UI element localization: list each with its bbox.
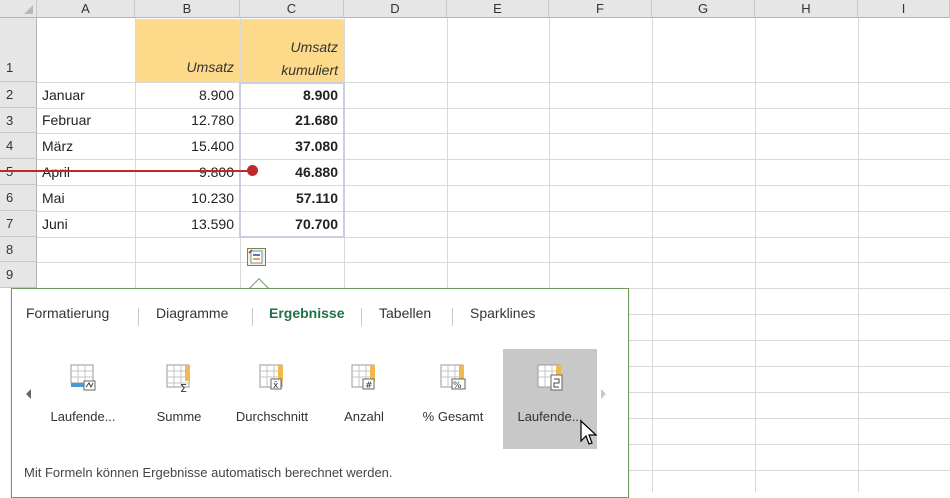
- svg-text:%: %: [453, 381, 462, 391]
- item-percent-total[interactable]: % % Gesamt: [414, 349, 492, 449]
- count-icon: #: [351, 364, 375, 391]
- select-all-corner[interactable]: [0, 0, 37, 18]
- cell-b6[interactable]: 10.230: [135, 185, 240, 211]
- column-header-a[interactable]: A: [37, 0, 135, 18]
- cell-c1-line2: kumuliert: [281, 62, 338, 78]
- svg-text:Σ: Σ: [180, 382, 187, 393]
- cell-b2[interactable]: 8.900: [135, 82, 240, 108]
- item-running-total-row[interactable]: Laufende...: [40, 349, 126, 449]
- cell-a7[interactable]: Juni: [37, 211, 135, 237]
- callout-line: [0, 170, 252, 172]
- item-label: Durchschnitt: [235, 409, 309, 424]
- percent-total-icon: %: [440, 364, 466, 391]
- row-header-7[interactable]: 7: [0, 211, 37, 237]
- panel-description: Mit Formeln können Ergebnisse automatisc…: [24, 465, 393, 480]
- cell-c1[interactable]: Umsatz kumuliert: [241, 19, 344, 82]
- tab-sparklines[interactable]: Sparklines: [470, 305, 535, 321]
- cell-b4[interactable]: 15.400: [135, 133, 240, 159]
- quick-analysis-panel: Formatierung Diagramme Ergebnisse Tabell…: [11, 288, 629, 498]
- row-header-3[interactable]: 3: [0, 108, 37, 133]
- quick-analysis-tabs: Formatierung Diagramme Ergebnisse Tabell…: [12, 305, 628, 329]
- cell-b3[interactable]: 12.780: [135, 108, 240, 133]
- item-label: % Gesamt: [422, 409, 484, 424]
- row-header-1[interactable]: 1: [0, 18, 37, 82]
- item-sum[interactable]: Σ Summe: [144, 349, 214, 449]
- column-header-c[interactable]: C: [240, 0, 344, 18]
- item-label: Laufende...: [50, 409, 116, 424]
- svg-text:x̄: x̄: [273, 381, 279, 391]
- row-header-5[interactable]: 5: [0, 159, 37, 185]
- mouse-cursor-icon: [580, 420, 598, 445]
- tab-ergebnisse[interactable]: Ergebnisse: [269, 305, 344, 321]
- row-header-9[interactable]: 9: [0, 262, 37, 288]
- cell-a3[interactable]: Februar: [37, 108, 135, 133]
- column-header-g[interactable]: G: [652, 0, 755, 18]
- cell-a5[interactable]: April: [37, 159, 135, 185]
- cell-b7[interactable]: 13.590: [135, 211, 240, 237]
- column-header-d[interactable]: D: [344, 0, 447, 18]
- tab-diagramme[interactable]: Diagramme: [156, 305, 228, 321]
- row-header-6[interactable]: 6: [0, 185, 37, 211]
- row-header-2[interactable]: 2: [0, 82, 37, 108]
- cell-a6[interactable]: Mai: [37, 185, 135, 211]
- cell-b1[interactable]: Umsatz: [136, 19, 240, 82]
- item-label: Anzahl: [344, 409, 384, 424]
- cell-b5[interactable]: 9.800: [135, 159, 240, 185]
- scroll-left-arrow[interactable]: [26, 389, 31, 399]
- column-header-i[interactable]: I: [858, 0, 950, 18]
- quick-analysis-button[interactable]: [247, 248, 266, 266]
- average-icon: x̄: [259, 364, 283, 391]
- column-header-e[interactable]: E: [447, 0, 549, 18]
- row-header-4[interactable]: 4: [0, 133, 37, 159]
- scroll-right-arrow[interactable]: [601, 389, 606, 399]
- column-header-f[interactable]: F: [549, 0, 652, 18]
- tab-tabellen[interactable]: Tabellen: [379, 305, 431, 321]
- cell-c1-line1: Umsatz: [290, 39, 338, 55]
- item-count[interactable]: # Anzahl: [334, 349, 394, 449]
- running-total-row-icon: [70, 364, 96, 391]
- item-average[interactable]: x̄ Durchschnitt: [226, 349, 318, 449]
- selection-range: [239, 82, 345, 238]
- sum-icon: Σ: [166, 364, 190, 393]
- svg-text:#: #: [365, 381, 373, 391]
- cell-a4[interactable]: März: [37, 133, 135, 159]
- tab-formatierung[interactable]: Formatierung: [26, 305, 109, 321]
- running-total-column-icon: [537, 364, 563, 391]
- column-header-b[interactable]: B: [135, 0, 240, 18]
- cell-a2[interactable]: Januar: [37, 82, 135, 108]
- row-header-8[interactable]: 8: [0, 237, 37, 262]
- callout-dot: [247, 165, 258, 176]
- quick-analysis-icon: [248, 249, 263, 264]
- column-header-h[interactable]: H: [755, 0, 858, 18]
- item-label: Summe: [156, 409, 202, 424]
